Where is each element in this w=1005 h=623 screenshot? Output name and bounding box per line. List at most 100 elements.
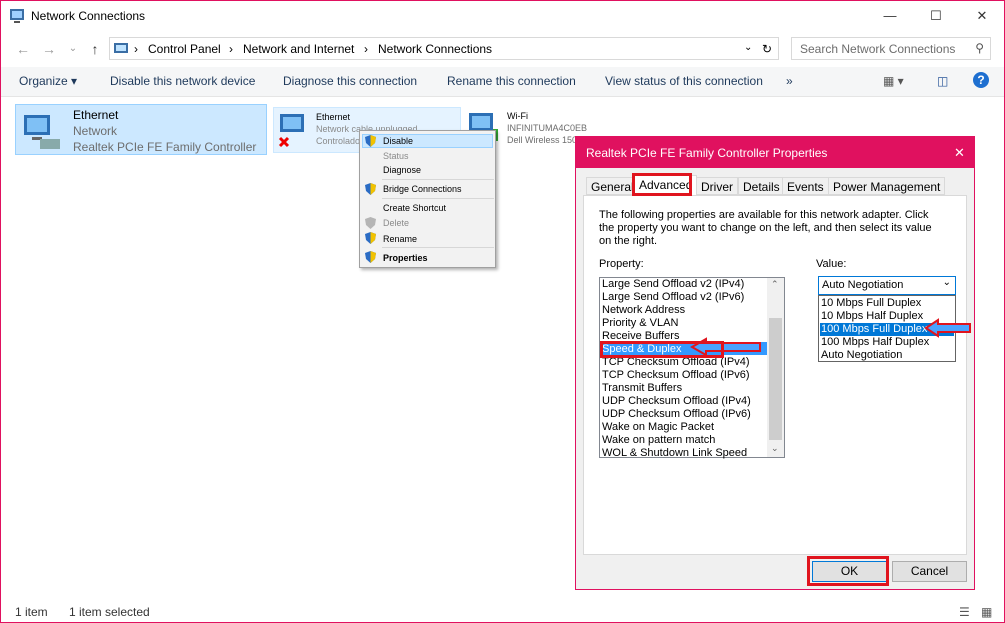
property-list[interactable]: Large Send Offload v2 (IPv4) Large Send … (599, 277, 785, 460)
menu-item-create-shortcut[interactable]: Create Shortcut (383, 203, 446, 213)
breadcrumb-control-panel[interactable]: Control Panel (148, 42, 221, 56)
uac-shield-icon (365, 217, 376, 229)
menu-separator (382, 198, 494, 199)
network-connections-window: Network Connections — ☐ ✕ ← → ⌄ ↑ › Cont… (0, 0, 1005, 623)
property-item[interactable]: TCP Checksum Offload (IPv6) (602, 369, 750, 382)
scrollbar-thumb[interactable] (769, 318, 782, 440)
value-combobox[interactable]: Auto Negotiation ⌄ (818, 276, 956, 295)
more-commands-button[interactable]: » (786, 74, 793, 88)
property-item[interactable]: Priority & VLAN (602, 317, 678, 330)
annotation-arrow-icon (924, 318, 971, 338)
selection-count: 1 item selected (69, 605, 150, 619)
back-arrow-icon[interactable]: ← (13, 39, 33, 59)
preview-pane-icon[interactable]: ◫ (937, 74, 948, 88)
breadcrumb-network-connections[interactable]: Network Connections (378, 42, 492, 56)
diagnose-connection-button[interactable]: Diagnose this connection (283, 74, 417, 88)
address-bar[interactable]: › Control Panel › Network and Internet ›… (109, 37, 779, 60)
menu-separator (382, 247, 494, 248)
annotation-box-speed-duplex (600, 341, 724, 358)
cancel-button[interactable]: Cancel (892, 561, 967, 582)
value-option-selected[interactable]: 100 Mbps Full Duplex (821, 323, 927, 336)
scroll-down-icon[interactable]: ⌄ (771, 443, 779, 454)
annotation-box-ok (807, 556, 889, 586)
ethernet-adapter-icon (24, 115, 60, 149)
menu-item-diagnose[interactable]: Diagnose (383, 165, 421, 175)
property-item[interactable]: WOL & Shutdown Link Speed (602, 447, 747, 460)
search-placeholder: Search Network Connections (800, 42, 956, 56)
control-panel-icon (114, 43, 128, 53)
breadcrumb-network-and-internet[interactable]: Network and Internet (243, 42, 354, 56)
value-option[interactable]: 10 Mbps Full Duplex (821, 297, 921, 310)
menu-item-rename[interactable]: Rename (383, 234, 417, 244)
dialog-title-bar: Realtek PCIe FE Family Controller Proper… (576, 137, 974, 168)
close-icon[interactable]: ✕ (959, 1, 1005, 31)
menu-item-status[interactable]: Status (383, 151, 409, 161)
property-item[interactable]: UDP Checksum Offload (IPv6) (602, 408, 751, 421)
help-icon[interactable]: ? (973, 72, 989, 88)
tab-driver[interactable]: Driver (696, 177, 738, 195)
window-title: Network Connections (31, 9, 146, 23)
value-current: Auto Negotiation (822, 279, 904, 291)
command-bar: Organize ▾ Disable this network device D… (1, 67, 1004, 97)
property-item[interactable]: Wake on Magic Packet (602, 421, 714, 434)
item-count: 1 item (15, 605, 48, 619)
rename-connection-button[interactable]: Rename this connection (447, 74, 576, 88)
menu-item-disable[interactable]: Disable (383, 136, 413, 146)
chevron-down-icon[interactable]: ⌄ (744, 42, 752, 53)
advanced-tab-panel: The following properties are available f… (583, 195, 971, 555)
organize-button[interactable]: Organize ▾ (19, 74, 77, 88)
uac-shield-icon (365, 135, 376, 147)
annotation-box-advanced (632, 173, 692, 196)
ethernet-connection-item[interactable]: Ethernet Network Realtek PCIe FE Family … (15, 104, 267, 155)
menu-item-delete[interactable]: Delete (383, 218, 409, 228)
dialog-close-icon[interactable]: ✕ (954, 145, 965, 161)
value-label: Value: (816, 258, 847, 270)
item-name: Ethernet (73, 108, 119, 122)
ethernet-adapter-disconnected-icon (278, 114, 304, 148)
minimize-icon[interactable]: — (867, 1, 913, 31)
chevron-right-icon: › (134, 42, 138, 56)
tab-general[interactable]: General (586, 177, 639, 195)
view-status-button[interactable]: View status of this connection (605, 74, 763, 88)
scroll-up-icon[interactable]: ⌃ (771, 279, 779, 290)
property-item[interactable]: Transmit Buffers (602, 382, 682, 395)
large-icons-view-icon[interactable]: ▦ (981, 605, 992, 619)
item-name: Wi-Fi (507, 111, 528, 121)
change-view-icon[interactable]: ▦ ▾ (883, 74, 904, 88)
forward-arrow-icon[interactable]: → (39, 39, 59, 59)
context-menu: Disable Status Diagnose Bridge Connectio… (359, 130, 496, 268)
title-bar: Network Connections — ☐ ✕ (1, 1, 1004, 31)
property-item[interactable]: UDP Checksum Offload (IPv4) (602, 395, 751, 408)
chevron-right-icon: › (364, 42, 368, 56)
maximize-icon[interactable]: ☐ (913, 1, 959, 31)
disable-device-button[interactable]: Disable this network device (110, 74, 255, 88)
details-view-icon[interactable]: ☰ (959, 605, 970, 619)
menu-highlight (362, 134, 493, 148)
network-connections-app-icon (10, 9, 24, 23)
property-label: Property: (599, 258, 644, 270)
item-name: Ethernet (316, 112, 351, 122)
tab-power-management[interactable]: Power Management (828, 177, 946, 195)
property-item[interactable]: Large Send Offload v2 (IPv4) (602, 278, 744, 291)
recent-chevron-down-icon[interactable]: ⌄ (63, 39, 83, 59)
refresh-icon[interactable]: ↻ (762, 42, 772, 56)
advanced-description: The following properties are available f… (599, 209, 932, 247)
property-item[interactable]: Wake on pattern match (602, 434, 715, 447)
menu-item-properties[interactable]: Properties (383, 253, 428, 263)
property-item[interactable]: Large Send Offload v2 (IPv6) (602, 291, 744, 304)
value-option[interactable]: 10 Mbps Half Duplex (821, 310, 923, 323)
search-input[interactable]: Search Network Connections ⚲ (791, 37, 991, 60)
search-icon: ⚲ (975, 41, 984, 55)
tab-details[interactable]: Details (738, 177, 785, 195)
item-status: INFINITUMA4C0EB (507, 123, 588, 133)
up-arrow-icon[interactable]: ↑ (85, 39, 105, 59)
chevron-right-icon: › (229, 42, 233, 56)
tab-events[interactable]: Events (782, 177, 829, 195)
menu-item-bridge-connections[interactable]: Bridge Connections (383, 184, 462, 194)
property-item[interactable]: Network Address (602, 304, 685, 317)
item-status: Network (73, 124, 118, 138)
chevron-down-icon[interactable]: ⌄ (943, 277, 951, 288)
value-option[interactable]: 100 Mbps Half Duplex (821, 336, 929, 349)
value-option[interactable]: Auto Negotiation (821, 349, 902, 362)
property-list-scrollbar[interactable]: ⌃ ⌄ (767, 278, 784, 457)
